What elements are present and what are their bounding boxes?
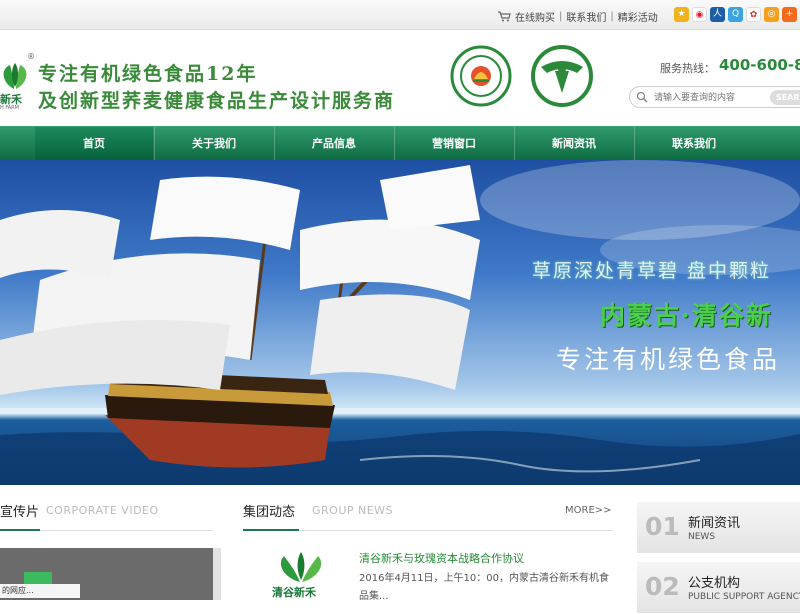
slogan-line1: 专注有机绿色食品12年 [38, 63, 258, 85]
share-icons: ★ ◉ 人 Q ✿ ◎ + [674, 7, 797, 22]
weibo-icon[interactable]: ◉ [692, 7, 707, 22]
card-subtitle: NEWS [688, 532, 716, 542]
scrollbar[interactable] [213, 548, 221, 600]
news-item-title[interactable]: 清谷新禾与玫瑰资本战略合作协议 [359, 550, 524, 566]
news-logo: 清谷新禾 [270, 548, 332, 600]
banner-line2: 内蒙古·清谷新 [600, 301, 773, 330]
nav-about[interactable]: 关于我们 [155, 127, 273, 161]
top-links: 在线购买 | 联系我们 | 精彩活动 [498, 9, 658, 24]
search-icon [636, 91, 648, 103]
tqq-icon[interactable]: ◎ [764, 7, 779, 22]
news-logo-text: 清谷新禾 [272, 586, 316, 599]
separator: | [610, 11, 614, 22]
search-button[interactable]: SEAR [770, 90, 800, 105]
section-divider-accent [243, 529, 299, 531]
registered-mark: ® [27, 52, 35, 61]
banner-line3: 专注有机绿色食品 [556, 345, 781, 374]
news-item-body: 2016年4月11日，上午10：00，内蒙古清谷新禾有机食品集... [359, 573, 609, 602]
main-nav: 首页 关于我们 产品信息 营销窗口 新闻资讯 联系我们 [0, 126, 800, 161]
video-player[interactable]: 的网应... [0, 548, 221, 600]
green-food-badge [531, 45, 593, 107]
hotline-number: 400-600-86 [719, 56, 800, 74]
news-section-title: 集团动态 [243, 505, 296, 520]
logo-subtext: H FARM [0, 105, 19, 111]
video-status-text: 的网应... [0, 584, 80, 598]
star-icon[interactable]: ★ [674, 7, 689, 22]
plus-icon[interactable]: + [782, 7, 797, 22]
logo-leaf-icon[interactable] [0, 53, 30, 93]
card-number: 01 [645, 512, 680, 541]
search-input[interactable] [654, 90, 772, 105]
nav-contact[interactable]: 联系我们 [635, 127, 753, 161]
nav-home[interactable]: 首页 [35, 127, 153, 161]
nav-news[interactable]: 新闻资讯 [515, 127, 633, 161]
qzone-icon[interactable]: Q [728, 7, 743, 22]
cart-icon [498, 11, 511, 22]
header: ® 新禾 H FARM 专注有机绿色食品12年 及创新型荞麦健康食品生产设计服务… [0, 31, 800, 126]
kaixin-icon[interactable]: ✿ [746, 7, 761, 22]
top-bar: 在线购买 | 联系我们 | 精彩活动 ★ ◉ 人 Q ✿ ◎ + [0, 0, 800, 30]
nav-marketing[interactable]: 营销窗口 [395, 127, 513, 161]
sidebar-card-agency[interactable]: 02 公支机构 PUBLIC SUPPORT AGENCY [637, 562, 800, 614]
hero-banner[interactable]: 草原深处青草碧 盘中颗粒 内蒙古·清谷新 专注有机绿色食品 [0, 160, 800, 485]
card-title: 公支机构 [688, 576, 741, 591]
card-subtitle: PUBLIC SUPPORT AGENCY [688, 592, 800, 602]
sidebar-card-news[interactable]: 01 新闻资讯 NEWS [637, 502, 800, 554]
search-box: SEAR [629, 86, 800, 108]
separator: | [559, 11, 563, 22]
link-events[interactable]: 精彩活动 [618, 9, 658, 24]
news-section-en: GROUP NEWS [312, 504, 394, 517]
video-section-en: CORPORATE VIDEO [46, 504, 159, 517]
slogan: 专注有机绿色食品12年 及创新型荞麦健康食品生产设计服务商 [38, 61, 395, 115]
hotline-label: 服务热线： [660, 62, 715, 75]
organic-certification-badge [450, 45, 512, 107]
link-contact[interactable]: 联系我们 [566, 9, 606, 24]
link-online-buy[interactable]: 在线购买 [515, 9, 555, 24]
card-number: 02 [645, 572, 680, 601]
section-divider-accent [0, 529, 40, 531]
logo-leaf-icon [280, 552, 322, 582]
card-title: 新闻资讯 [688, 516, 741, 531]
more-link[interactable]: MORE>> [565, 505, 612, 516]
banner-line1: 草原深处青草碧 盘中颗粒 [532, 260, 772, 282]
renren-icon[interactable]: 人 [710, 7, 725, 22]
video-control[interactable] [24, 572, 52, 584]
video-section-title: 宣传片 [0, 505, 40, 520]
nav-products[interactable]: 产品信息 [275, 127, 393, 161]
slogan-line2: 及创新型荞麦健康食品生产设计服务商 [38, 90, 396, 112]
